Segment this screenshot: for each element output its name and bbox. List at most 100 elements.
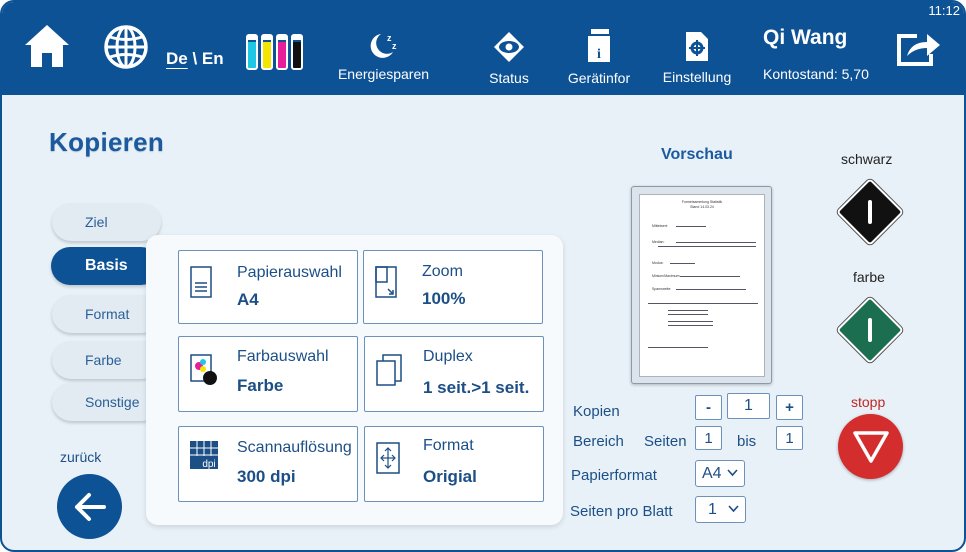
color-selection-value: Farbe [237, 376, 284, 395]
share-logout-icon [897, 34, 940, 66]
moon-sleep-icon: z z [370, 33, 397, 58]
clock: 11:12 [928, 3, 960, 18]
format-icon [376, 442, 400, 474]
ink-fill [263, 42, 271, 68]
duplex-tile[interactable]: Duplex 1 seit.>1 seit. [364, 336, 544, 412]
tab-sonstige[interactable]: Sonstige [52, 383, 161, 421]
color-print-button[interactable] [836, 296, 904, 364]
settings-panel: Papierauswahl A4 Zoom 100% Farbauswahl F… [146, 235, 563, 525]
back-label: zurück [60, 449, 102, 465]
preview-doc-title: Formelsammlung Statistik [681, 200, 723, 204]
copies-decrement-button[interactable]: - [695, 395, 722, 420]
logout-button[interactable] [895, 28, 943, 73]
preview-text-line [676, 226, 706, 227]
color-palette-icon [190, 354, 217, 385]
ink-fill [248, 42, 256, 68]
copies-label: Kopien [573, 403, 620, 420]
format-value: Origial [423, 467, 477, 486]
top-bar: 11:12 De \ En z z Energiesparen Status i… [2, 2, 964, 95]
home-button[interactable] [22, 22, 72, 75]
preview-text-line [680, 276, 740, 277]
color-selection-name: Farbauswahl [237, 348, 329, 365]
copies-input[interactable]: 1 [727, 393, 770, 419]
paper-selection-tile[interactable]: Papierauswahl A4 [178, 250, 358, 324]
paper-selection-value: A4 [237, 290, 259, 309]
preview-bullet: Mittelwert: [652, 224, 668, 228]
ink-yellow [261, 34, 273, 70]
svg-text:z: z [392, 41, 397, 51]
zoom-value: 100% [422, 289, 466, 308]
user-name: Qi Wang [763, 26, 848, 49]
preview-doc-date: Stand 14.03.24 [690, 205, 714, 209]
format-name: Format [423, 437, 474, 454]
device-info-button[interactable]: i Gerätinfor [564, 27, 634, 86]
tab-basis[interactable]: Basis [51, 247, 160, 285]
lang-en[interactable]: En [202, 49, 224, 68]
language-button[interactable] [103, 24, 149, 75]
range-to-label: bis [737, 433, 757, 450]
preview-bullet: Median: [652, 240, 665, 244]
preview-text-line [668, 325, 713, 326]
paper-icon [190, 266, 212, 298]
tab-ziel[interactable]: Ziel [52, 203, 161, 241]
format-tile[interactable]: Format Origial [364, 426, 544, 502]
preview-text-line [658, 246, 756, 247]
globe-icon [104, 25, 148, 69]
range-pages-label: Seiten [644, 433, 687, 450]
paper-format-select[interactable]: A4 [695, 460, 745, 487]
stop-label: stopp [851, 394, 886, 410]
device-info-icon: i [588, 29, 610, 62]
duplex-name: Duplex [423, 348, 473, 365]
stop-triangle-icon [852, 430, 889, 463]
settings-button[interactable]: Einstellung [659, 30, 735, 85]
color-selection-tile[interactable]: Farbauswahl Farbe [178, 336, 358, 412]
range-label: Bereich [573, 433, 624, 450]
ink-black [291, 34, 303, 70]
lang-separator: \ [187, 49, 202, 68]
duplex-icon [376, 354, 402, 386]
account-balance: Kontostand: 5,70 [763, 66, 869, 82]
preview-text-line [648, 347, 708, 348]
tab-format[interactable]: Format [52, 295, 161, 333]
language-toggle[interactable]: De \ En [166, 49, 224, 69]
paper-format-value: A4 [702, 464, 722, 482]
pages-per-sheet-label: Seiten pro Blatt [570, 503, 673, 520]
status-label: Status [489, 70, 529, 86]
preview-text-line [648, 303, 758, 304]
pages-per-sheet-select[interactable]: 1 [695, 496, 746, 523]
ink-cyan [246, 34, 258, 70]
duplex-value: 1 seit.>1 seit. [423, 378, 530, 397]
preview-bullet: Modus: [652, 261, 664, 265]
zoom-tile[interactable]: Zoom 100% [363, 250, 543, 324]
zoom-name: Zoom [422, 263, 463, 280]
status-button[interactable]: Status [482, 30, 536, 86]
device-info-label: Gerätinfor [567, 70, 631, 86]
home-icon [25, 25, 69, 67]
energy-save-button[interactable]: z z Energiesparen [336, 30, 431, 82]
stop-button[interactable] [838, 414, 903, 479]
scan-resolution-icon: dpi [190, 441, 218, 470]
lang-de[interactable]: De [166, 49, 188, 68]
scan-resolution-value: 300 dpi [237, 467, 296, 486]
back-button[interactable] [57, 474, 122, 539]
black-print-label: schwarz [841, 151, 893, 167]
chevron-down-icon [727, 469, 738, 477]
start-bar-icon [868, 318, 872, 342]
black-print-button[interactable] [836, 178, 904, 246]
copies-increment-button[interactable]: + [776, 395, 803, 420]
preview-text-line [668, 314, 708, 315]
scan-resolution-tile[interactable]: dpi Scannauflösung 300 dpi [178, 426, 358, 502]
arrow-left-icon [74, 492, 106, 521]
tab-farbe[interactable]: Farbe [52, 341, 161, 379]
eye-icon [494, 32, 524, 62]
pages-per-sheet-value: 1 [708, 500, 717, 518]
preview-text-line [668, 310, 708, 311]
preview-bullet: Minium/Maximum: [652, 274, 681, 278]
page-title: Kopieren [49, 127, 165, 157]
range-from-input[interactable]: 1 [695, 426, 722, 450]
preview-text-line [668, 321, 713, 322]
ink-levels[interactable] [246, 34, 303, 70]
range-to-input[interactable]: 1 [776, 426, 803, 450]
svg-text:i: i [597, 47, 601, 62]
zoom-icon [375, 266, 397, 298]
